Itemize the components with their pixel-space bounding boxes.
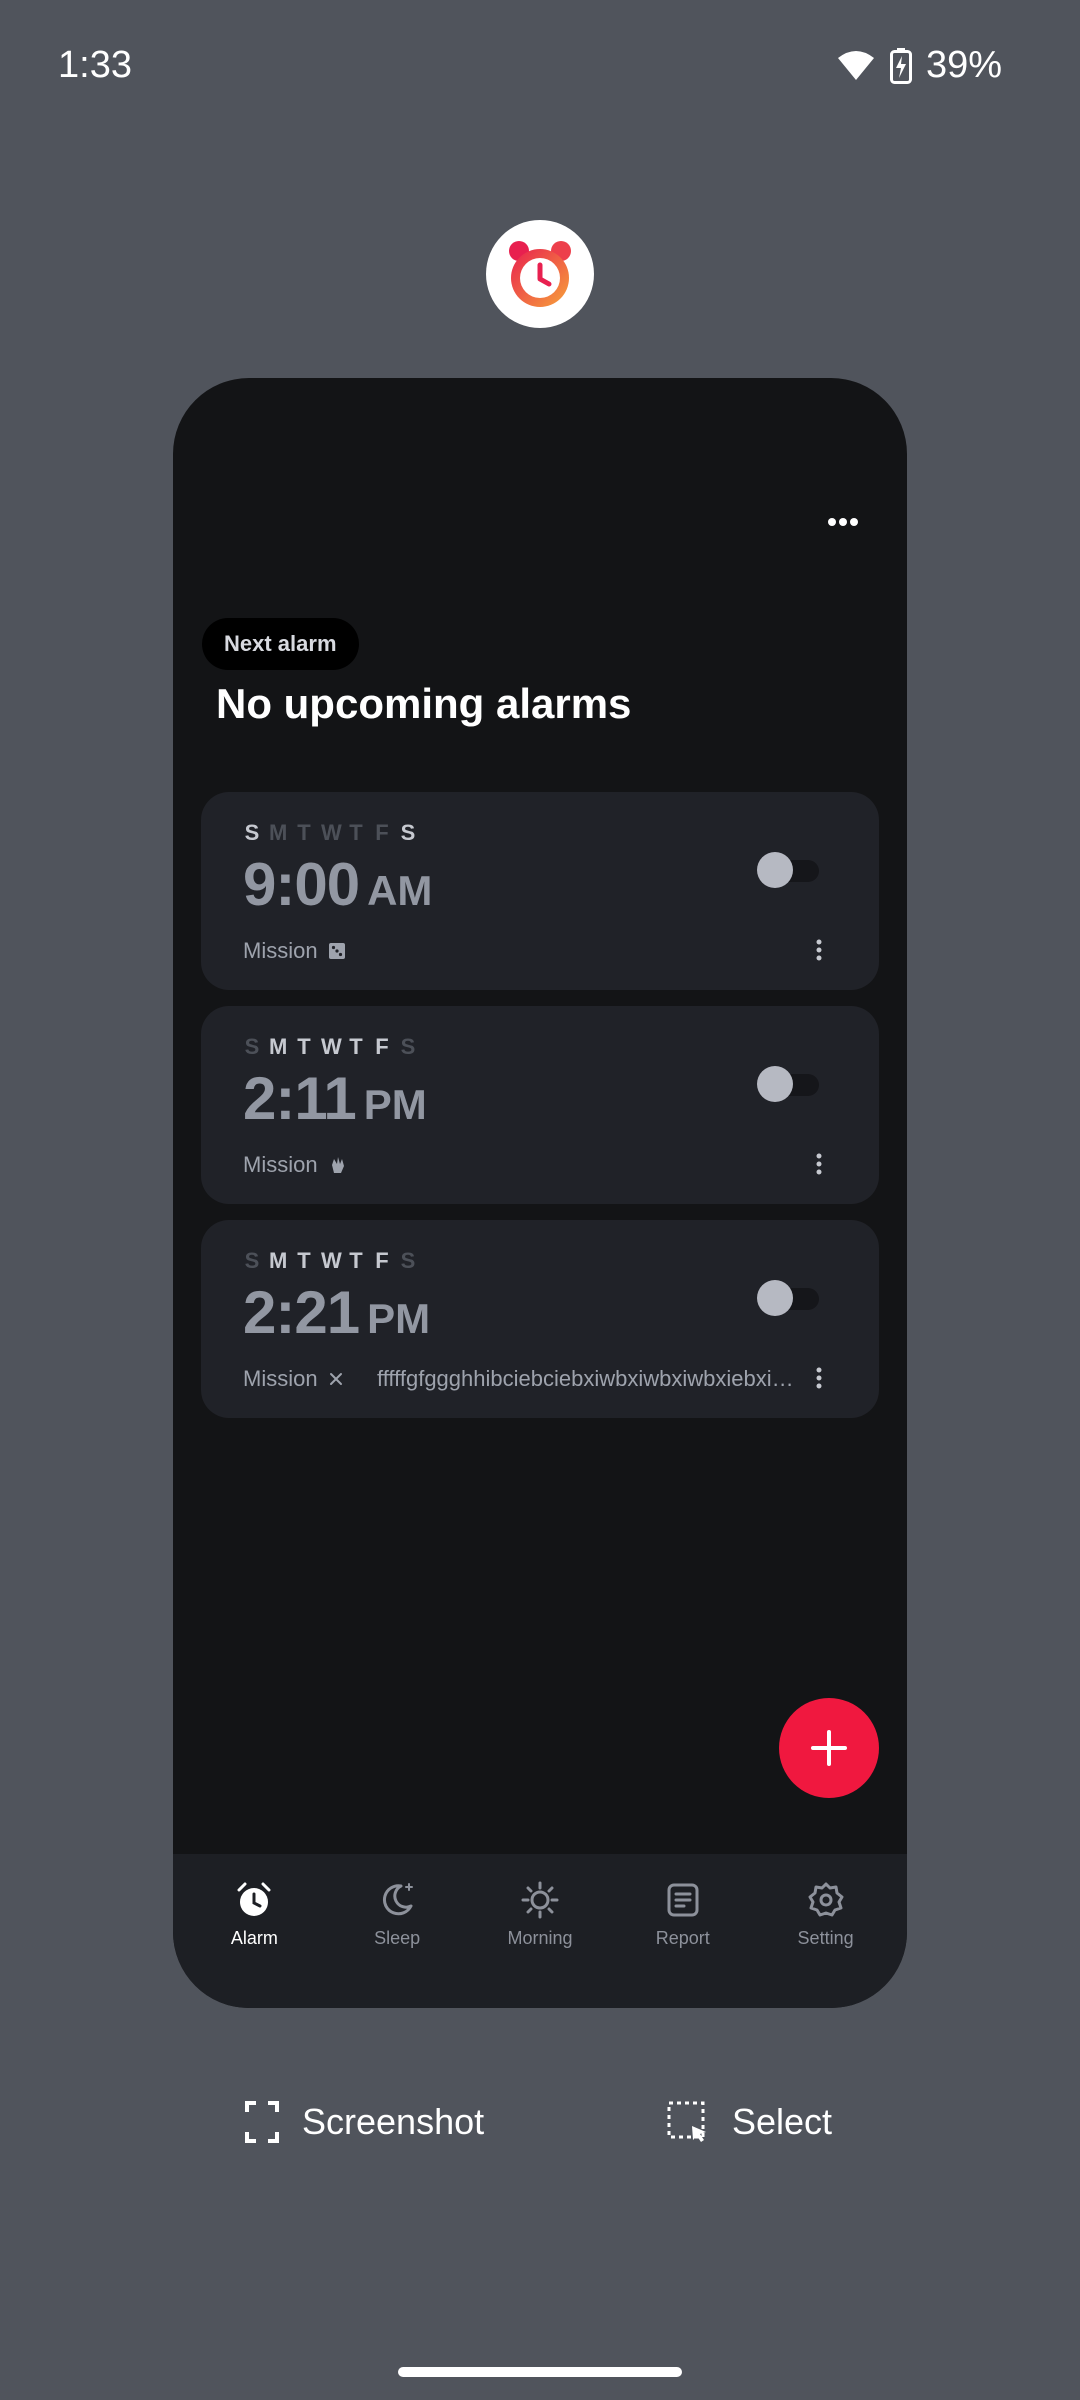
alarm-menu-button[interactable] — [807, 1360, 831, 1396]
battery-percent: 39% — [925, 44, 1002, 86]
nav-item-report[interactable]: Report — [618, 1854, 748, 2008]
day-tue: T — [297, 1034, 311, 1059]
alarm-toggle[interactable] — [757, 1066, 821, 1102]
select-icon — [667, 2101, 706, 2142]
day-sun: S — [244, 820, 260, 845]
alarm-toggle[interactable] — [757, 1280, 821, 1316]
day-wed: W — [321, 1034, 342, 1059]
status-bar: 1:33 39% — [0, 0, 1080, 130]
day-wed: W — [321, 820, 342, 845]
nav-item-alarm[interactable]: Alarm — [189, 1854, 319, 2008]
mission-row: Mission — [243, 1152, 348, 1178]
day-sat: S — [400, 1248, 416, 1273]
alarm-time: 2:21 PM — [243, 1278, 430, 1347]
sun-icon — [521, 1881, 559, 1919]
alarm-time-period: PM — [363, 1081, 427, 1128]
more-options-button[interactable] — [813, 502, 873, 542]
day-thu: T — [349, 1248, 363, 1273]
report-icon — [667, 1883, 699, 1917]
alarm-icon — [237, 1882, 271, 1916]
nav-label: Alarm — [230, 1928, 278, 1948]
mission-label: Mission — [243, 1152, 318, 1177]
day-mon: M — [269, 1248, 288, 1273]
day-sun: S — [244, 1248, 260, 1273]
home-indicator[interactable] — [398, 2367, 682, 2377]
alarm-time-period: PM — [367, 1295, 431, 1342]
mission-label: Mission — [243, 938, 318, 963]
more-horizontal-icon — [828, 518, 858, 526]
overview-actions: Screenshot Select — [0, 2100, 1080, 2160]
next-alarm-badge: Next alarm — [202, 618, 359, 670]
wifi-icon — [836, 50, 876, 82]
select-label: Select — [732, 2101, 833, 2142]
alarm-card[interactable]: S M T W T F S 2:11 PM Mission — [201, 1006, 879, 1204]
more-vertical-icon — [816, 1367, 822, 1389]
mission-label: Mission — [243, 1366, 318, 1391]
alarm-time-value: 2:21 — [243, 1279, 360, 1346]
nav-label: Setting — [797, 1928, 854, 1948]
alarm-card[interactable]: S M T W T F S 2:21 PM Mission fffffgfggg… — [201, 1220, 879, 1418]
day-thu: T — [349, 820, 363, 845]
alarm-days: S M T W T F S — [243, 1034, 417, 1060]
plus-icon — [811, 1730, 847, 1766]
add-alarm-button[interactable] — [779, 1698, 879, 1798]
day-fri: F — [375, 820, 389, 845]
nav-label: Sleep — [374, 1928, 421, 1948]
day-sat: S — [400, 1034, 416, 1059]
nav-item-setting[interactable]: Setting — [761, 1854, 891, 2008]
status-icons: 39% — [836, 44, 1002, 87]
app-preview-card[interactable]: Next alarm No upcoming alarms S M T W T … — [173, 378, 907, 2008]
screenshot-button[interactable]: Screenshot — [244, 2100, 484, 2144]
alarm-card[interactable]: S M T W T F S 9:00 AM Mission — [201, 792, 879, 990]
shake-hand-icon — [331, 1157, 344, 1173]
day-thu: T — [349, 1034, 363, 1059]
mission-row: Mission — [243, 1366, 344, 1392]
day-fri: F — [375, 1034, 389, 1059]
status-time: 1:33 — [58, 44, 132, 86]
alarm-menu-button[interactable] — [807, 932, 831, 968]
alarm-days: S M T W T F S — [243, 1248, 417, 1274]
nav-item-sleep[interactable]: Sleep — [332, 1854, 462, 2008]
nav-label: Report — [655, 1928, 710, 1948]
alarm-time-value: 2:11 — [243, 1065, 357, 1132]
battery-charging-icon — [889, 47, 912, 84]
day-tue: T — [297, 1248, 311, 1273]
more-vertical-icon — [816, 939, 822, 961]
screenshot-icon — [245, 2101, 279, 2143]
alarm-time-value: 9:00 — [243, 851, 360, 918]
gear-icon — [808, 1882, 844, 1917]
alarm-toggle[interactable] — [757, 852, 821, 888]
screenshot-label: Screenshot — [302, 2101, 485, 2142]
nav-item-morning[interactable]: Morning — [475, 1854, 605, 2008]
day-mon: M — [269, 820, 288, 845]
alarm-days: S M T W T F S — [243, 820, 417, 846]
toggle-knob — [757, 852, 793, 888]
alarm-time: 2:11 PM — [243, 1064, 427, 1133]
mission-row: Mission — [243, 938, 346, 964]
alarm-list: S M T W T F S 9:00 AM Mission S M T W T … — [201, 792, 879, 1434]
app-icon[interactable] — [486, 220, 594, 328]
alarm-time-period: AM — [367, 867, 433, 914]
day-mon: M — [269, 1034, 288, 1059]
toggle-knob — [757, 1280, 793, 1316]
bottom-nav: Alarm Sleep Morning Report Setting — [173, 1854, 907, 2008]
dice-icon — [328, 943, 345, 959]
select-button[interactable]: Select — [666, 2100, 832, 2144]
alarm-label-text: fffffgfggghhibciebciebxiwbxiwbxiwbxiebxi… — [377, 1366, 797, 1391]
day-sun: S — [244, 1034, 260, 1059]
day-fri: F — [375, 1248, 389, 1273]
toggle-knob — [757, 1066, 793, 1102]
day-sat: S — [400, 820, 416, 845]
moon-icon — [383, 1883, 414, 1916]
day-wed: W — [321, 1248, 342, 1273]
close-icon — [329, 1373, 342, 1385]
day-tue: T — [297, 820, 311, 845]
page-title: No upcoming alarms — [216, 680, 632, 727]
alarm-menu-button[interactable] — [807, 1146, 831, 1182]
more-vertical-icon — [816, 1153, 822, 1175]
nav-label: Morning — [507, 1928, 573, 1948]
alarm-time: 9:00 AM — [243, 850, 432, 919]
alarm-clock-icon — [509, 241, 571, 307]
